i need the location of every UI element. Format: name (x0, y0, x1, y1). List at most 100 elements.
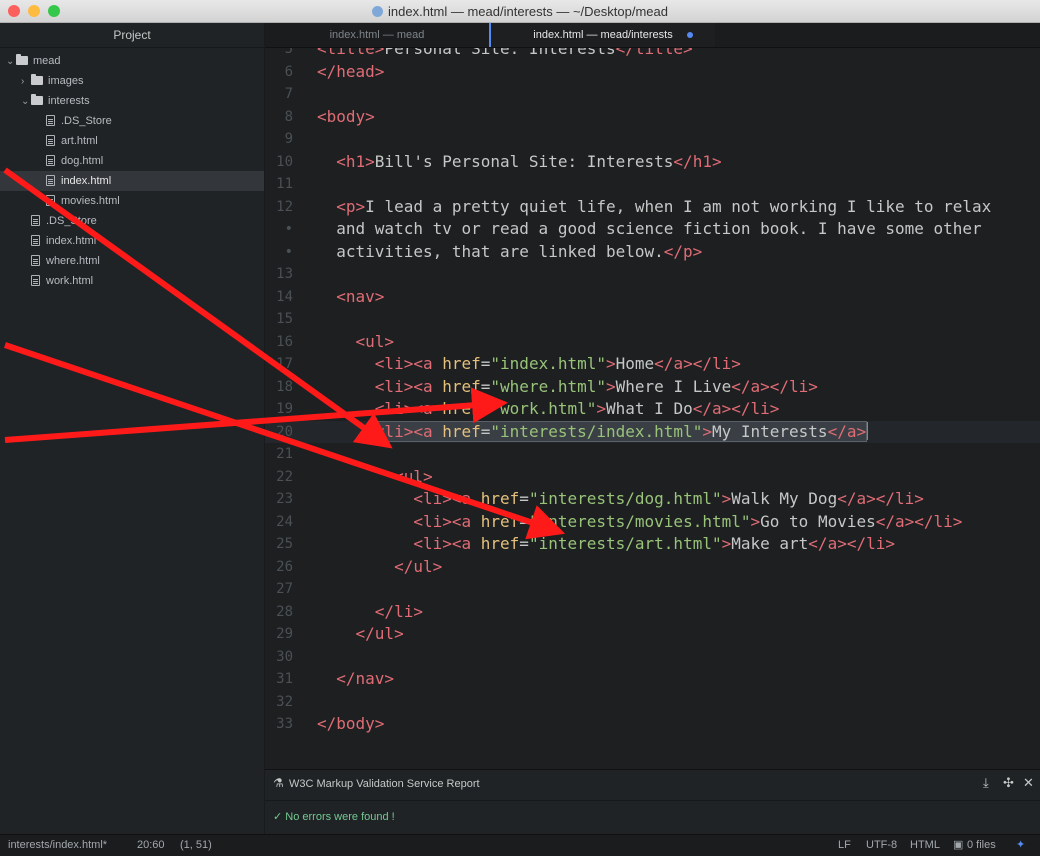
validation-message: ✓ No errors were found ! (273, 811, 395, 823)
code-line[interactable]: 24 <li><a href="interests/movies.html">G… (265, 511, 1040, 533)
chevron-down-icon[interactable]: ⌄ (21, 92, 31, 112)
code-line[interactable]: 7 (265, 83, 1040, 105)
tree-item[interactable]: movies.html (0, 191, 264, 211)
code-text: <p>I lead a pretty quiet life, when I am… (336, 196, 992, 216)
line-number: 20 (276, 423, 293, 440)
code-text: </li> (374, 601, 423, 621)
tree-item[interactable]: ⌄ mead (0, 51, 264, 71)
window-title-text: index.html — mead/interests — ~/Desktop/… (388, 4, 668, 19)
line-number: 7 (284, 86, 293, 102)
panel-header: ⚗ W3C Markup Validation Service Report ⤓… (265, 770, 1040, 801)
tree-item-label: index.html (61, 175, 112, 187)
code-line[interactable]: 32 (265, 691, 1040, 713)
code-text: <li><a href="interests/index.html">My In… (373, 420, 869, 442)
sidebar-header: Project (0, 23, 264, 48)
code-line[interactable]: 9 (265, 128, 1040, 150)
line-number: 29 (276, 626, 293, 642)
chevron-down-icon[interactable]: ⌄ (6, 52, 16, 72)
code-line[interactable]: 17 <li><a href="index.html">Home</a></li… (265, 353, 1040, 375)
code-line[interactable]: 20 <li><a href="interests/index.html">My… (265, 420, 1040, 443)
validation-panel: ⚗ W3C Markup Validation Service Report ⤓… (265, 769, 1040, 835)
tree-item[interactable]: index.html (0, 231, 264, 251)
code-line[interactable]: 33 </body> (265, 713, 1040, 735)
line-number: 22 (276, 468, 293, 485)
code-line[interactable]: 12 <p>I lead a pretty quiet life, when I… (265, 196, 1040, 218)
panel-title: W3C Markup Validation Service Report (289, 778, 480, 790)
code-line[interactable]: 25 <li><a href="interests/art.html">Make… (265, 533, 1040, 555)
tab-index-mead[interactable]: index.html — mead (265, 23, 489, 47)
tree-item[interactable]: art.html (0, 131, 264, 151)
download-icon[interactable]: ⤓ (983, 775, 989, 791)
file-icon (31, 255, 40, 266)
tree-item[interactable]: .DS_Store (0, 111, 264, 131)
close-panel-icon[interactable]: ✕ (1023, 775, 1034, 791)
status-cursor-position[interactable]: 20:60 (137, 835, 165, 856)
line-number: 19 (276, 401, 293, 417)
code-text: <ul> (355, 331, 395, 351)
line-number: 14 (276, 288, 293, 305)
code-line[interactable]: 6 </head> (265, 61, 1040, 83)
code-line[interactable]: 23 <li><a href="interests/dog.html">Walk… (265, 488, 1040, 510)
code-line[interactable]: • activities, that are linked below.</p> (265, 241, 1040, 263)
code-line[interactable]: 10 <h1>Bill's Personal Site: Interests</… (265, 151, 1040, 173)
line-number: • (284, 221, 293, 237)
code-text: <li><a href="work.html">What I Do</a></l… (374, 399, 780, 418)
code-line[interactable]: • and watch tv or read a good science fi… (265, 218, 1040, 240)
file-icon (31, 275, 40, 286)
line-number: 11 (276, 176, 293, 192)
status-file-path[interactable]: interests/index.html* (8, 835, 107, 856)
tree-item-label: interests (48, 95, 90, 107)
code-text: <h1>Bill's Personal Site: Interests</h1> (336, 151, 722, 171)
line-number: • (284, 243, 293, 260)
code-line[interactable]: 26 </ul> (265, 556, 1040, 578)
status-encoding[interactable]: UTF-8 (866, 835, 897, 856)
code-line[interactable]: 19 <li><a href="work.html">What I Do</a>… (265, 398, 1040, 420)
line-number: 9 (284, 131, 293, 147)
code-line[interactable]: 15 (265, 308, 1040, 330)
tree-item[interactable]: › images (0, 71, 264, 91)
tree-item[interactable]: index.html (0, 171, 264, 191)
folder-icon (16, 54, 28, 65)
code-line[interactable]: 31 </nav> (265, 668, 1040, 690)
code-line[interactable]: 30 (265, 646, 1040, 668)
status-selection-count: (1, 51) (180, 839, 212, 851)
tree-item[interactable]: work.html (0, 271, 264, 291)
code-line[interactable]: 5 <title>Personal Site: Interests</title> (265, 48, 1040, 60)
modified-dot-icon (687, 32, 693, 38)
tab-index-interests[interactable]: index.html — mead/interests (489, 23, 715, 47)
squirrel-icon[interactable]: ✦ (1016, 835, 1025, 856)
tree-item[interactable]: .DS_Store (0, 211, 264, 231)
status-git-files[interactable]: 0 files (967, 835, 996, 856)
line-number: 30 (276, 648, 293, 665)
code-line[interactable]: 28 </li> (265, 601, 1040, 623)
code-line[interactable]: 16 <ul> (265, 331, 1040, 353)
chevron-right-icon[interactable]: › (21, 72, 31, 92)
code-line[interactable]: 22 <ul> (265, 466, 1040, 488)
tree-item[interactable]: ⌄ interests (0, 91, 264, 111)
line-number: 28 (276, 603, 293, 620)
code-line[interactable]: 8 <body> (265, 106, 1040, 128)
code-text: <body> (317, 106, 375, 126)
code-line[interactable]: 18 <li><a href="where.html">Where I Live… (265, 376, 1040, 398)
code-editor[interactable]: 5 <title>Personal Site: Interests</title>… (265, 48, 1040, 769)
tree-item[interactable]: dog.html (0, 151, 264, 171)
line-number: 26 (276, 558, 293, 575)
code-line[interactable]: 13 (265, 263, 1040, 285)
code-line[interactable]: 11 (265, 173, 1040, 195)
file-icon (46, 115, 55, 126)
code-line[interactable]: 27 (265, 578, 1040, 600)
pin-icon[interactable]: ✣ (1003, 775, 1014, 791)
line-number: 13 (276, 266, 293, 282)
tree-item-label: movies.html (61, 195, 120, 207)
tab-bar: index.html — mead index.html — mead/inte… (265, 23, 1040, 48)
code-text: <li><a href="interests/dog.html">Walk My… (413, 489, 924, 508)
line-number: 12 (276, 198, 293, 215)
line-number: 16 (276, 333, 293, 350)
tree-item[interactable]: where.html (0, 251, 264, 271)
code-line[interactable]: 14 <nav> (265, 286, 1040, 308)
status-line-ending[interactable]: LF (838, 835, 851, 856)
status-grammar[interactable]: HTML (910, 835, 940, 856)
code-line[interactable]: 21 (265, 443, 1040, 465)
code-line[interactable]: 29 </ul> (265, 623, 1040, 645)
document-icon (372, 6, 383, 17)
